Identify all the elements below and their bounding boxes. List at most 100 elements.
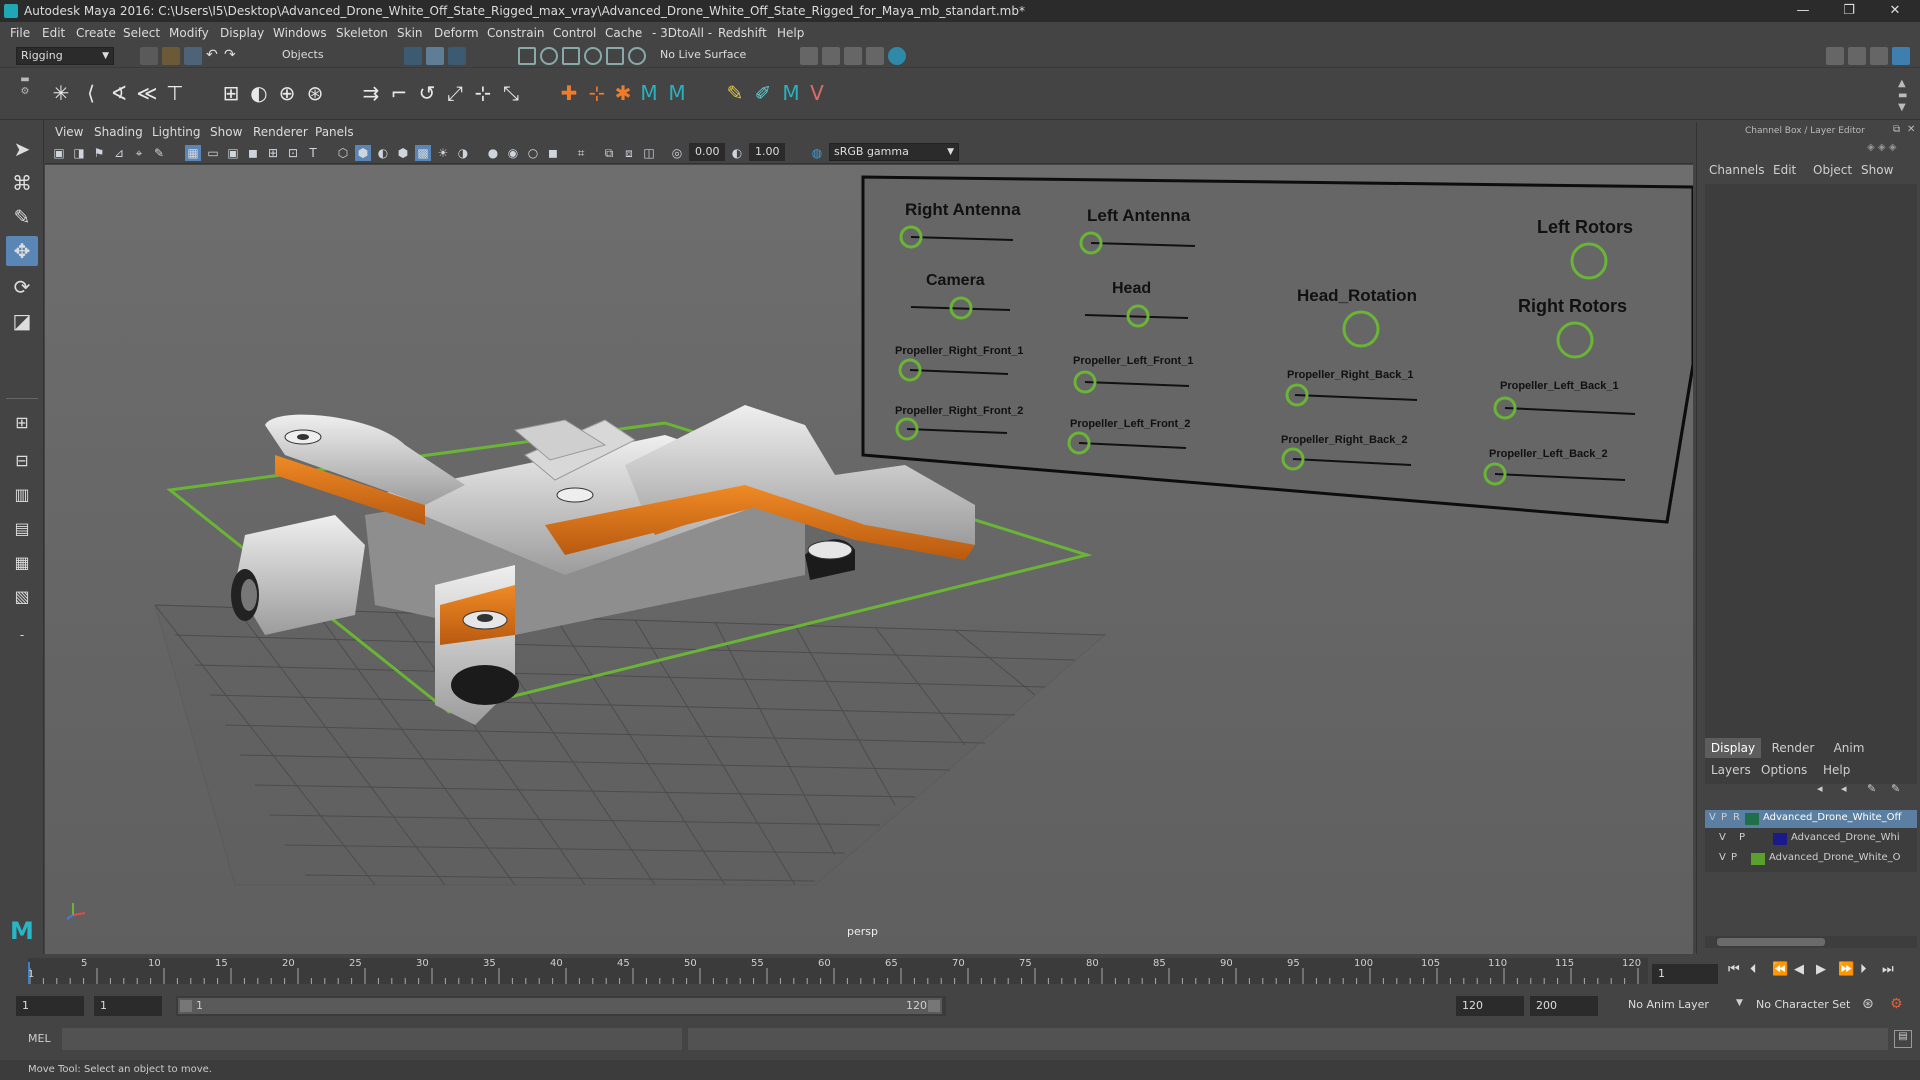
aim-constraint-icon[interactable]: ⊹: [470, 80, 496, 106]
step-forward-key-icon[interactable]: ⏩: [1838, 962, 1854, 977]
new-layer-icon[interactable]: ✎: [1867, 782, 1876, 795]
lattice-icon[interactable]: ◐: [246, 80, 272, 106]
animation-start-field[interactable]: 1: [16, 996, 84, 1016]
scale-tool-icon[interactable]: ◪: [6, 306, 38, 336]
color-space-dropdown[interactable]: sRGB gamma ▼: [829, 143, 959, 161]
image-plane-icon[interactable]: ⊿: [111, 145, 127, 161]
layer-visibility[interactable]: V: [1719, 832, 1726, 843]
channel-list-area[interactable]: [1705, 184, 1917, 784]
wireframe-icon[interactable]: ⬡: [335, 145, 351, 161]
auto-key-icon[interactable]: ⊛: [1862, 996, 1874, 1012]
parent-constraint-icon[interactable]: ⇉: [358, 80, 384, 106]
close-panel-icon[interactable]: ✕: [1907, 124, 1915, 135]
panel-menu-lighting[interactable]: Lighting: [152, 125, 201, 139]
menu-help[interactable]: Help: [777, 22, 804, 44]
layer-playback[interactable]: P: [1739, 832, 1745, 843]
channel-box-toggle-icon[interactable]: [1892, 47, 1910, 65]
menu-file[interactable]: File: [10, 22, 30, 44]
move-layer-down-icon[interactable]: ◂: [1841, 782, 1847, 795]
layer-color-swatch[interactable]: [1773, 833, 1787, 845]
outliner-layout-icon[interactable]: ▧: [6, 582, 38, 612]
create-joint-icon[interactable]: ✳: [48, 80, 74, 106]
exposure-icon[interactable]: ◎: [669, 145, 685, 161]
hypershade-icon[interactable]: [888, 47, 906, 65]
layer-menu-options[interactable]: Options: [1761, 763, 1807, 777]
undo-icon[interactable]: ↶: [206, 47, 218, 63]
mirror-joint-icon[interactable]: ⊤: [162, 80, 188, 106]
select-component-icon[interactable]: [448, 47, 466, 65]
layer-visibility[interactable]: V: [1719, 852, 1726, 863]
panel-menu-show[interactable]: Show: [210, 125, 242, 139]
layer-name[interactable]: Advanced_Drone_White_Off: [1763, 812, 1901, 823]
persp-graph-layout-icon[interactable]: ▤: [6, 514, 38, 544]
grease-pencil-icon[interactable]: ✎: [151, 145, 167, 161]
new-layer-from-selected-icon[interactable]: ✎: [1891, 782, 1900, 795]
channel-box-view-icons[interactable]: ◈ ◈ ◈: [1867, 142, 1911, 156]
menu-set-dropdown[interactable]: Rigging ▼: [16, 47, 114, 65]
gate-mask-icon[interactable]: ◼: [245, 145, 261, 161]
perspective-viewport[interactable]: Right Antenna Left Antenna Left Rotors C…: [45, 165, 1693, 954]
menu-3dtoall[interactable]: - 3DtoAll -: [652, 22, 712, 44]
snap-grid-icon[interactable]: [518, 47, 536, 65]
current-frame-field[interactable]: 1: [1652, 964, 1718, 984]
layer-playback[interactable]: P: [1721, 812, 1727, 823]
play-backward-icon[interactable]: ◀: [1794, 962, 1804, 977]
panel-menu-shading[interactable]: Shading: [94, 125, 143, 139]
panel-menu-panels[interactable]: Panels: [315, 125, 354, 139]
render-view-icon[interactable]: [800, 47, 818, 65]
component-editor-icon[interactable]: ✐: [750, 80, 776, 106]
snap-view-plane-icon[interactable]: [584, 47, 602, 65]
shelf-options-icon[interactable]: ▬ ⚙: [18, 74, 32, 114]
gamma-field[interactable]: 1.00: [749, 143, 785, 161]
move-tool-icon[interactable]: ✥: [6, 236, 38, 266]
range-start-handle[interactable]: [180, 1000, 192, 1012]
playback-end-field[interactable]: 120: [1456, 996, 1524, 1016]
tool-settings-icon[interactable]: [1870, 47, 1888, 65]
snap-point-icon[interactable]: [562, 47, 580, 65]
cluster-icon[interactable]: ⊕: [274, 80, 300, 106]
modeling-toolkit-icon[interactable]: [1826, 47, 1844, 65]
safe-action-icon[interactable]: ⊡: [285, 145, 301, 161]
mash-icon[interactable]: M: [636, 80, 662, 106]
menu-redshift[interactable]: Redshift: [718, 22, 767, 44]
range-end-handle[interactable]: [928, 1000, 940, 1012]
render-settings-icon[interactable]: [866, 47, 884, 65]
exposure-field[interactable]: 0.00: [689, 143, 725, 161]
two-d-pan-icon[interactable]: ⌖: [131, 145, 147, 161]
animation-end-field[interactable]: 200: [1530, 996, 1598, 1016]
layer-menu-help[interactable]: Help: [1823, 763, 1850, 777]
layer-color-swatch[interactable]: [1745, 813, 1759, 825]
xray-joints-icon[interactable]: ⧈: [621, 145, 637, 161]
menu-deform[interactable]: Deform: [434, 22, 479, 44]
layer-row[interactable]: V P R Advanced_Drone_White_Off: [1705, 810, 1917, 828]
select-hierarchy-icon[interactable]: [404, 47, 422, 65]
menu-select[interactable]: Select: [123, 22, 160, 44]
textured-icon[interactable]: ▩: [415, 145, 431, 161]
cb-menu-channels[interactable]: Channels: [1709, 163, 1765, 177]
use-all-lights-icon[interactable]: ☀: [435, 145, 451, 161]
menu-cache[interactable]: Cache: [605, 22, 642, 44]
wireframe-on-shaded-icon[interactable]: ⬢: [395, 145, 411, 161]
ipr-render-icon[interactable]: [844, 47, 862, 65]
menu-create[interactable]: Create: [76, 22, 116, 44]
wrap-icon[interactable]: ⊛: [302, 80, 328, 106]
smooth-shade-icon[interactable]: ⬢: [355, 145, 371, 161]
range-slider[interactable]: 1 120: [176, 996, 946, 1016]
paint-select-tool-icon[interactable]: ✎: [6, 202, 38, 232]
ik-spline-icon[interactable]: ≪: [134, 80, 160, 106]
motion-blur-icon[interactable]: ◉: [505, 145, 521, 161]
tab-display[interactable]: Display: [1705, 738, 1761, 758]
go-to-end-icon[interactable]: ⏭: [1882, 962, 1894, 977]
single-perspective-layout-icon[interactable]: ⊞: [6, 408, 38, 438]
select-tool-icon[interactable]: ➤: [6, 134, 38, 164]
menu-skeleton[interactable]: Skeleton: [336, 22, 388, 44]
tab-render[interactable]: Render: [1765, 738, 1821, 758]
select-object-icon[interactable]: [426, 47, 444, 65]
persp-outliner-layout-icon[interactable]: ▥: [6, 480, 38, 510]
menu-edit[interactable]: Edit: [42, 22, 65, 44]
shelf-scroll-icon[interactable]: ▲ ▬ ▼: [1898, 78, 1907, 114]
panel-menu-view[interactable]: View: [55, 125, 83, 139]
hypershade-layout-icon[interactable]: ▦: [6, 548, 38, 578]
resolution-gate-icon[interactable]: ▣: [225, 145, 241, 161]
color-management-icon[interactable]: ◍: [809, 145, 825, 161]
